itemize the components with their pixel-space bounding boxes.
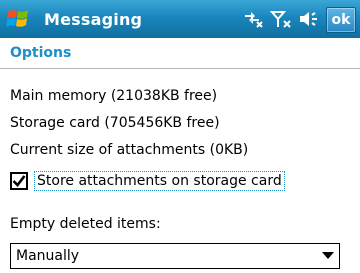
status-icons [242,6,320,32]
storage-card-text: Storage card (705456KB free) [10,115,220,131]
connectivity-icon[interactable] [242,9,264,29]
checkmark-icon [12,175,26,187]
store-attachments-checkbox[interactable] [10,172,28,190]
store-attachments-label[interactable]: Store attachments on storage card [34,171,285,191]
options-header: Options [0,38,360,69]
main-memory-text: Main memory (21038KB free) [10,88,218,104]
attachments-size-text: Current size of attachments (0KB) [10,142,249,158]
signal-off-icon[interactable] [270,9,292,29]
title-bar: Messaging ok [0,0,360,38]
empty-deleted-value: Manually [16,248,80,264]
start-button[interactable] [0,0,38,38]
dropdown-arrow-icon[interactable] [317,244,339,268]
ok-button[interactable]: ok [326,7,356,33]
section-title: Options [10,45,72,61]
empty-deleted-label: Empty deleted items: [10,216,161,232]
volume-icon[interactable] [298,9,320,29]
app-title: Messaging [44,9,143,29]
store-attachments-option[interactable]: Store attachments on storage card [10,169,285,193]
windows-flag-icon [6,10,28,27]
empty-deleted-select[interactable]: Manually [10,243,340,269]
